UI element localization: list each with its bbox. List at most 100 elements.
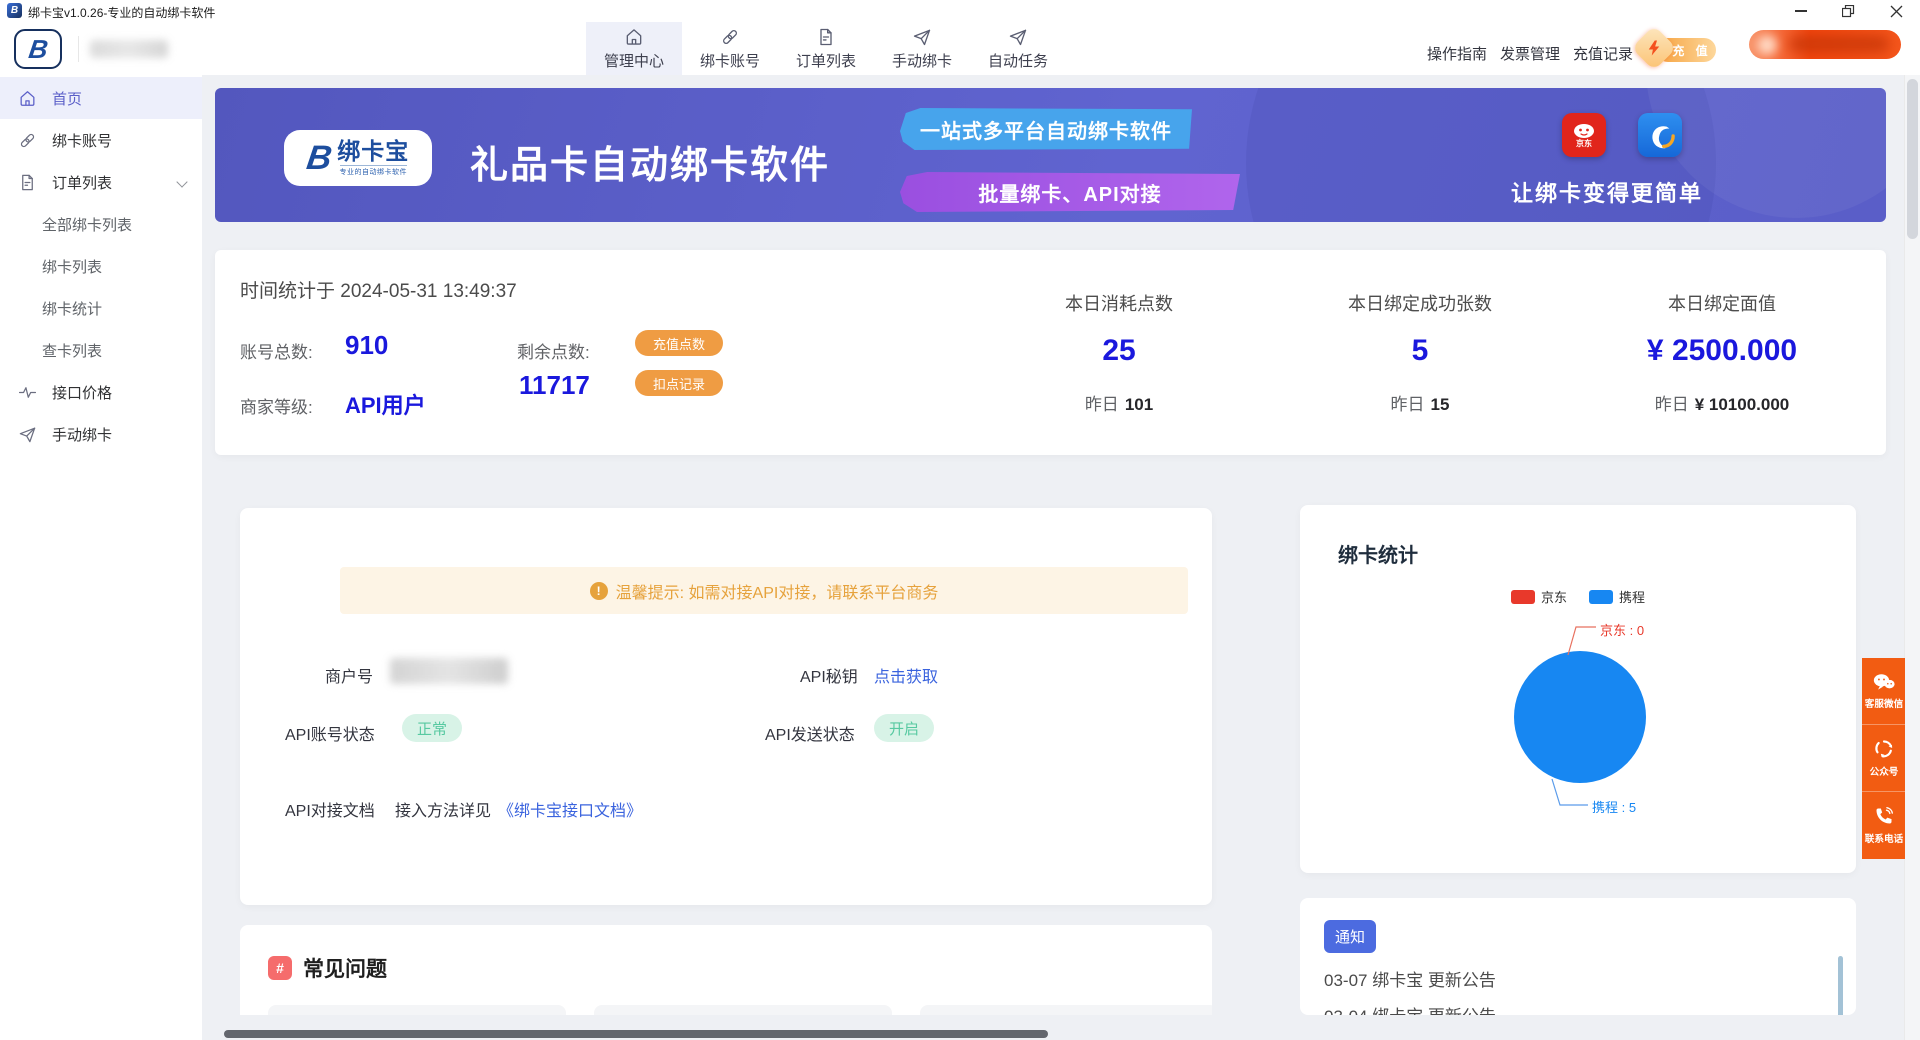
nav-item-manual-binding[interactable]: 手动绑卡 [874, 22, 970, 75]
nav-label: 绑卡账号 [700, 50, 760, 71]
api-account-status-label: API账号状态 [285, 721, 375, 745]
api-account-status-badge: 正常 [402, 714, 462, 742]
link-operation-guide[interactable]: 操作指南 [1427, 43, 1487, 64]
jd-label: 京东 [1576, 139, 1592, 148]
sidebar-item-api-price[interactable]: 接口价格 [0, 371, 202, 413]
link-invoice-management[interactable]: 发票管理 [1500, 43, 1560, 64]
nav-item-card-accounts[interactable]: 绑卡账号 [682, 22, 778, 75]
banner-logo-subtitle: 专业的自动绑卡软件 [340, 165, 408, 177]
top-nav: 管理中心 绑卡账号 订单列表 手动绑卡 [586, 22, 1066, 75]
api-secret-label: API秘钥 [800, 663, 858, 687]
official-account-icon [1874, 739, 1894, 759]
api-doc-link[interactable]: 《绑卡宝接口文档》 [498, 797, 642, 821]
paper-plane-icon [912, 27, 932, 47]
link-recharge-records[interactable]: 充值记录 [1573, 43, 1633, 64]
document-icon [816, 27, 836, 47]
wechat-icon [1873, 673, 1895, 691]
stat-value: ¥ 2500.000 [1602, 334, 1842, 368]
restore-icon [1842, 5, 1855, 18]
api-send-status-badge: 开启 [874, 714, 934, 742]
legend-item-ctrip[interactable]: 携程 [1589, 587, 1645, 606]
nav-label: 管理中心 [604, 50, 664, 71]
contact-phone-button[interactable]: 联系电话 [1862, 792, 1905, 859]
banner-badge-blue: 一站式多平台自动绑卡软件 [900, 108, 1192, 150]
faq-item[interactable] [594, 1005, 892, 1015]
banner-logo-title: 绑卡宝 [337, 140, 409, 163]
nav-item-management-center[interactable]: 管理中心 [586, 22, 682, 75]
stats-timestamp: 时间统计于 2024-05-31 13:49:37 [240, 276, 517, 303]
api-doc-prefix: 接入方法详见 [395, 797, 491, 821]
jd-app-icon: 京东 [1562, 113, 1606, 157]
blurred-company-name [90, 40, 168, 58]
faq-item[interactable] [268, 1005, 566, 1015]
restore-button[interactable] [1826, 0, 1870, 22]
vertical-scrollbar[interactable] [1904, 75, 1920, 1040]
nav-item-order-list[interactable]: 订单列表 [778, 22, 874, 75]
sidebar-item-order-list[interactable]: 订单列表 [0, 161, 202, 203]
get-secret-link[interactable]: 点击获取 [874, 663, 938, 687]
sidebar-item-binding-stats[interactable]: 绑卡统计 [0, 287, 202, 329]
home-icon [624, 27, 644, 47]
stat-col-points-consumed: 本日消耗点数 25 昨日101 [999, 290, 1239, 415]
faq-header: # 常见问题 [268, 953, 387, 983]
notice-item[interactable]: 03-04 绑卡宝 更新公告 [1324, 1002, 1496, 1015]
sidebar-item-manual-binding[interactable]: 手动绑卡 [0, 413, 202, 455]
sidebar-label: 手动绑卡 [52, 424, 112, 445]
faq-items [268, 1005, 1212, 1015]
recharge-button[interactable]: 充 值 [1640, 35, 1718, 65]
official-account-button[interactable]: 公众号 [1862, 725, 1905, 792]
lightning-icon [1631, 25, 1676, 70]
blurred-user-account-button[interactable] [1749, 30, 1901, 59]
sidebar-item-binding-list[interactable]: 绑卡列表 [0, 245, 202, 287]
paper-plane-icon [1008, 27, 1028, 47]
nav-label: 手动绑卡 [892, 50, 952, 71]
home-icon [18, 89, 37, 108]
stat-prev: 昨日101 [999, 390, 1239, 415]
legend-item-jd[interactable]: 京东 [1511, 587, 1567, 606]
legend-swatch-jd [1511, 590, 1535, 604]
stat-label: 本日绑定面值 [1602, 290, 1842, 316]
window-titlebar: B 绑卡宝v1.0.26-专业的自动绑卡软件 [0, 0, 1920, 22]
stat-col-cards-bound: 本日绑定成功张数 5 昨日15 [1300, 290, 1540, 415]
points-remaining-label: 剩余点数: [517, 338, 590, 363]
sidebar-label: 订单列表 [52, 172, 112, 193]
vertical-scrollbar-thumb[interactable] [1907, 79, 1918, 239]
floating-contact-bar: 客服微信 公众号 联系电话 [1862, 658, 1905, 859]
sidebar-label: 首页 [52, 88, 82, 109]
horizontal-scrollbar-thumb[interactable] [224, 1030, 1048, 1038]
stat-value: 25 [999, 334, 1239, 368]
stat-prev: 昨日¥ 10100.000 [1602, 390, 1842, 415]
notice-badge: 通知 [1324, 920, 1376, 953]
notice-item[interactable]: 03-07 绑卡宝 更新公告 [1324, 966, 1496, 991]
notifications-panel: 通知 03-07 绑卡宝 更新公告 03-04 绑卡宝 更新公告 [1300, 898, 1856, 1015]
platform-app-icons: 京东 [1562, 113, 1682, 157]
ctrip-app-icon [1638, 113, 1682, 157]
link-icon [18, 131, 37, 150]
merchant-level-label: 商家等级: [240, 393, 313, 418]
close-button[interactable] [1874, 0, 1918, 22]
deduction-log-button[interactable]: 扣点记录 [635, 370, 723, 396]
link-icon [720, 27, 740, 47]
notice-scrollbar-thumb[interactable] [1838, 956, 1843, 1015]
legend-swatch-ctrip [1589, 590, 1613, 604]
recharge-points-button[interactable]: 充值点数 [635, 330, 723, 356]
nav-label: 自动任务 [988, 50, 1048, 71]
pulse-icon [18, 383, 37, 402]
float-label: 客服微信 [1864, 695, 1902, 709]
stat-value: 5 [1300, 334, 1540, 368]
nav-item-auto-tasks[interactable]: 自动任务 [970, 22, 1066, 75]
sidebar-item-card-query-list[interactable]: 查卡列表 [0, 329, 202, 371]
chevron-down-icon [176, 176, 187, 187]
sidebar-item-all-binding-list[interactable]: 全部绑卡列表 [0, 203, 202, 245]
account-total-label: 账号总数: [240, 338, 313, 363]
warning-text: 温馨提示: 如需对接API对接，请联系平台商务 [616, 579, 939, 603]
sidebar-label: 接口价格 [52, 382, 112, 403]
minimize-button[interactable] [1779, 0, 1823, 22]
faq-item[interactable] [920, 1005, 1212, 1015]
sidebar-item-card-accounts[interactable]: 绑卡账号 [0, 119, 202, 161]
api-send-status-label: API发送状态 [765, 721, 855, 745]
float-label: 公众号 [1869, 763, 1898, 777]
sidebar-item-home[interactable]: 首页 [0, 77, 202, 119]
customer-service-wechat-button[interactable]: 客服微信 [1862, 658, 1905, 725]
brand-logo: B [14, 29, 62, 69]
